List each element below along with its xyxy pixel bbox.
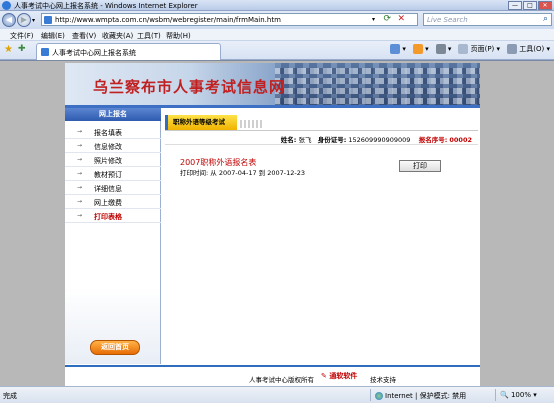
sidebar-item-edit-photo[interactable]: → 照片修改 bbox=[65, 154, 161, 167]
address-row: ◀ ▶ ▾ http://www.wmpta.com.cn/wsbm/webre… bbox=[0, 11, 554, 29]
status-bar: 完成 Internet | 保护模式: 禁用 🔍 100% ▾ bbox=[0, 386, 554, 403]
ie-logo-icon bbox=[2, 1, 11, 10]
arrow-icon: → bbox=[77, 142, 83, 149]
id-value: 152609990909009 bbox=[348, 136, 411, 144]
arrow-icon: → bbox=[77, 184, 83, 191]
globe-icon bbox=[375, 392, 383, 400]
sidebar-item-details[interactable]: → 详细信息 bbox=[65, 182, 161, 195]
section-divider bbox=[165, 130, 478, 131]
window-title: 人事考试中心网上报名系统 - Windows Internet Explorer bbox=[14, 2, 198, 10]
minimize-button[interactable]: — bbox=[508, 1, 522, 10]
home-icon[interactable]: ▾ bbox=[390, 44, 406, 54]
zoom-level[interactable]: 🔍 100% ▾ bbox=[500, 391, 537, 399]
window-controls: — □ ✕ bbox=[508, 1, 552, 10]
status-text: 完成 bbox=[3, 392, 17, 400]
print-button[interactable]: 打印 bbox=[399, 160, 441, 172]
sidebar-item-label: 报名填表 bbox=[94, 129, 122, 137]
arrow-icon: → bbox=[77, 156, 83, 163]
refresh-icon[interactable]: ⟳ bbox=[383, 14, 391, 24]
tab-row: ★ ✚ 人事考试中心网上报名系统 ▾ ▾ ▾ 页面(P) ▾ 工具(O) ▾ bbox=[0, 41, 554, 60]
sidebar-item-label: 信息修改 bbox=[94, 143, 122, 151]
arrow-icon: → bbox=[77, 198, 83, 205]
section-tab: 职称外语等级考试 bbox=[165, 115, 237, 130]
page-icon bbox=[44, 16, 52, 24]
menu-file[interactable]: 文件(F) bbox=[10, 31, 34, 41]
tab-label: 人事考试中心网上报名系统 bbox=[52, 49, 136, 57]
sidebar: 网上报名 → 报名填表 → 信息修改 → 照片修改 → 教材预订 → 详细信息 bbox=[65, 108, 161, 364]
menu-view[interactable]: 查看(V) bbox=[72, 31, 96, 41]
zoom-icon: 🔍 bbox=[500, 391, 509, 399]
search-placeholder[interactable]: Live Search bbox=[427, 16, 468, 24]
sidebar-item-label: 教材预订 bbox=[94, 171, 122, 179]
menu-help[interactable]: 帮助(H) bbox=[166, 31, 191, 41]
candidate-info: 姓名: 张飞 身份证号: 152609990909009 报名序号: 00002 bbox=[281, 134, 472, 144]
tools-menu[interactable]: 工具(O) ▾ bbox=[507, 44, 550, 54]
copyright-text: 人事考试中心版权所有 bbox=[249, 376, 314, 384]
arrow-icon: → bbox=[77, 212, 83, 219]
decorative-dots bbox=[240, 120, 264, 128]
support-text: 技术支持 bbox=[370, 376, 396, 384]
sidebar-item-label: 照片修改 bbox=[94, 157, 122, 165]
sidebar-item-textbook[interactable]: → 教材预订 bbox=[65, 168, 161, 181]
close-button[interactable]: ✕ bbox=[538, 1, 552, 10]
main-panel: 职称外语等级考试 姓名: 张飞 身份证号: 152609990909009 报名… bbox=[162, 108, 480, 364]
address-bar[interactable]: http://www.wmpta.com.cn/wsbm/webregister… bbox=[41, 13, 418, 26]
arrow-icon: → bbox=[77, 128, 83, 135]
site-title: 乌兰察布市人事考试信息网 bbox=[93, 78, 286, 96]
sidebar-item-print[interactable]: → 打印表格 bbox=[65, 210, 161, 223]
banner-photo bbox=[275, 63, 480, 105]
arrow-icon: → bbox=[77, 170, 83, 177]
title-bar: 人事考试中心网上报名系统 - Windows Internet Explorer… bbox=[0, 0, 554, 11]
sidebar-item-edit-info[interactable]: → 信息修改 bbox=[65, 140, 161, 153]
reg-label: 报名序号: bbox=[418, 136, 448, 144]
reg-value: 00002 bbox=[449, 136, 472, 144]
add-favorite-icon[interactable]: ✚ bbox=[18, 44, 26, 54]
sidebar-item-label: 详细信息 bbox=[94, 185, 122, 193]
history-dropdown-icon[interactable]: ▾ bbox=[32, 17, 35, 24]
page-menu[interactable]: 页面(P) ▾ bbox=[458, 44, 500, 54]
sidebar-item-label: 打印表格 bbox=[94, 213, 122, 221]
page-viewport: 乌兰察布市人事考试信息网 网上报名 → 报名填表 → 信息修改 → 照片修改 →… bbox=[0, 61, 554, 386]
menu-favorites[interactable]: 收藏夹(A) bbox=[102, 31, 133, 41]
name-label: 姓名: bbox=[280, 136, 297, 144]
menu-tools[interactable]: 工具(T) bbox=[137, 31, 161, 41]
browser-tab[interactable]: 人事考试中心网上报名系统 bbox=[36, 43, 221, 60]
info-divider bbox=[165, 144, 478, 145]
vendor-logo: ✎ 通软软件 bbox=[321, 372, 358, 380]
search-box[interactable]: Live Search ⌕ bbox=[423, 13, 552, 26]
forward-button[interactable]: ▶ bbox=[17, 13, 31, 27]
site-banner: 乌兰察布市人事考试信息网 bbox=[65, 63, 480, 105]
back-button[interactable]: ◀ bbox=[2, 13, 16, 27]
favorites-star-icon[interactable]: ★ bbox=[4, 44, 13, 55]
back-home-button[interactable]: 返回首页 bbox=[90, 340, 140, 355]
menu-bar: 文件(F) 编辑(E) 查看(V) 收藏夹(A) 工具(T) 帮助(H) bbox=[0, 29, 554, 41]
print-period: 打印时间: 从 2007-04-17 到 2007-12-23 bbox=[180, 169, 306, 177]
search-icon[interactable]: ⌕ bbox=[543, 14, 548, 24]
feeds-icon[interactable]: ▾ bbox=[412, 44, 429, 54]
stop-icon[interactable]: ✕ bbox=[397, 14, 405, 24]
vendor-logo-icon: ✎ bbox=[321, 372, 327, 380]
site-container: 乌兰察布市人事考试信息网 网上报名 → 报名填表 → 信息修改 → 照片修改 →… bbox=[65, 63, 480, 386]
sidebar-header: 网上报名 bbox=[65, 108, 161, 121]
address-dropdown-icon[interactable]: ▾ bbox=[372, 16, 375, 23]
address-url[interactable]: http://www.wmpta.com.cn/wsbm/webregister… bbox=[55, 16, 281, 24]
site-footer: 人事考试中心版权所有 ✎ 通软软件 技术支持 bbox=[65, 365, 480, 386]
sidebar-item-payment[interactable]: → 网上缴费 bbox=[65, 196, 161, 209]
print-icon[interactable]: ▾ bbox=[435, 44, 451, 54]
name-value: 张飞 bbox=[298, 136, 312, 144]
sidebar-item-fill-form[interactable]: → 报名填表 bbox=[65, 126, 161, 139]
tab-page-icon bbox=[41, 48, 49, 56]
sidebar-item-label: 网上缴费 bbox=[94, 199, 122, 207]
menu-edit[interactable]: 编辑(E) bbox=[41, 31, 65, 41]
id-label: 身份证号: bbox=[317, 136, 347, 144]
maximize-button[interactable]: □ bbox=[523, 1, 537, 10]
command-bar: ▾ ▾ ▾ 页面(P) ▾ 工具(O) ▾ bbox=[390, 44, 550, 54]
security-zone[interactable]: Internet | 保护模式: 禁用 bbox=[375, 391, 466, 401]
